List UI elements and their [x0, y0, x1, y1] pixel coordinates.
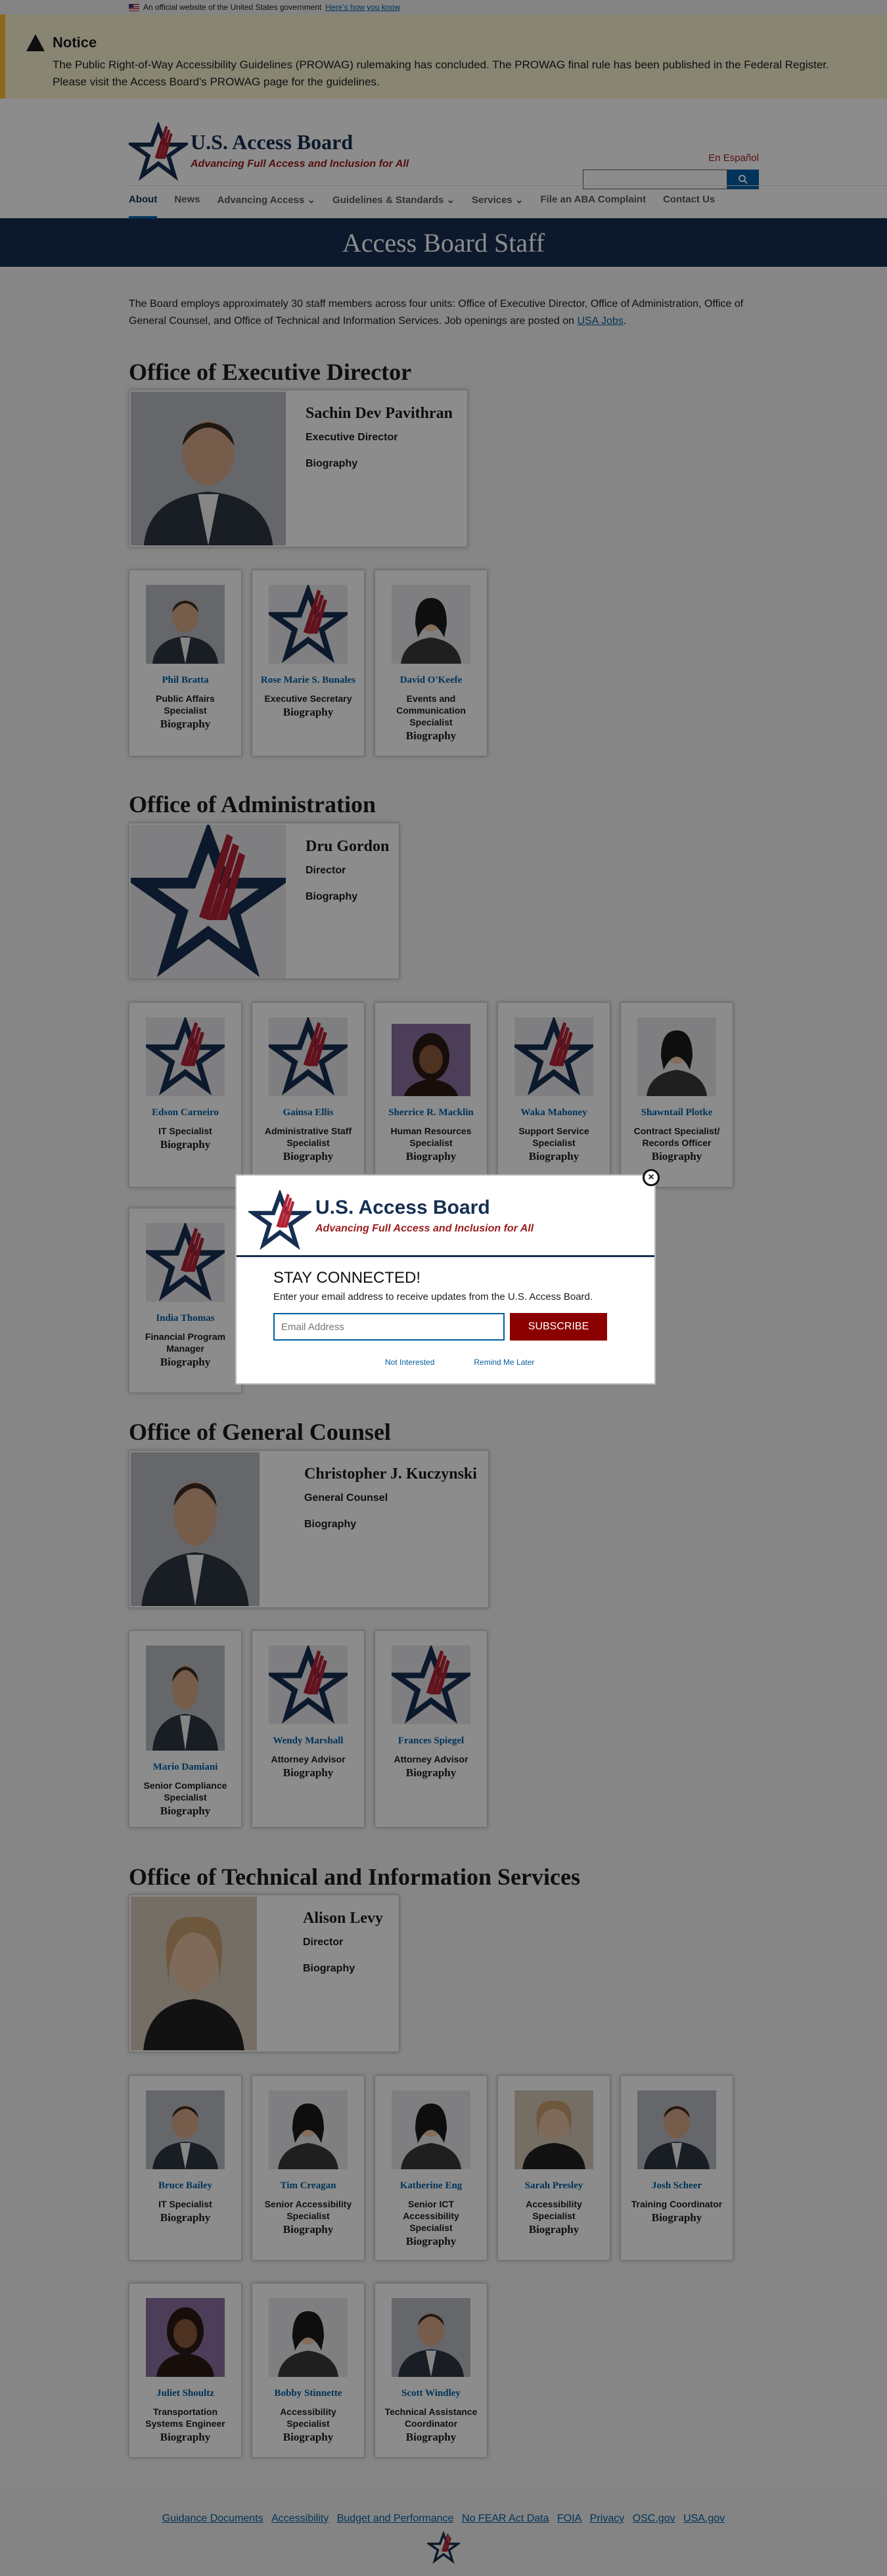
modal-links: Not Interested Remind Me Later: [385, 1358, 654, 1367]
modal-title: U.S. Access Board: [315, 1197, 490, 1218]
email-field[interactable]: [273, 1313, 505, 1341]
modal-body: STAY CONNECTED! Enter your email address…: [237, 1257, 654, 1367]
subscribe-form: SUBSCRIBE: [273, 1313, 654, 1341]
modal-tagline: Advancing Full Access and Inclusion for …: [315, 1223, 534, 1234]
access-board-star-icon: [248, 1190, 311, 1251]
modal-heading: STAY CONNECTED!: [273, 1269, 421, 1287]
subscribe-modal: × U.S. Access Board Advancing Full Acces…: [235, 1169, 660, 1385]
not-interested-link[interactable]: Not Interested: [385, 1358, 434, 1367]
close-icon[interactable]: ×: [643, 1169, 660, 1186]
modal-text: Enter your email address to receive upda…: [273, 1291, 593, 1302]
modal-header: U.S. Access Board Advancing Full Access …: [237, 1176, 654, 1257]
remind-later-link[interactable]: Remind Me Later: [474, 1358, 534, 1367]
subscribe-button[interactable]: SUBSCRIBE: [510, 1313, 607, 1341]
